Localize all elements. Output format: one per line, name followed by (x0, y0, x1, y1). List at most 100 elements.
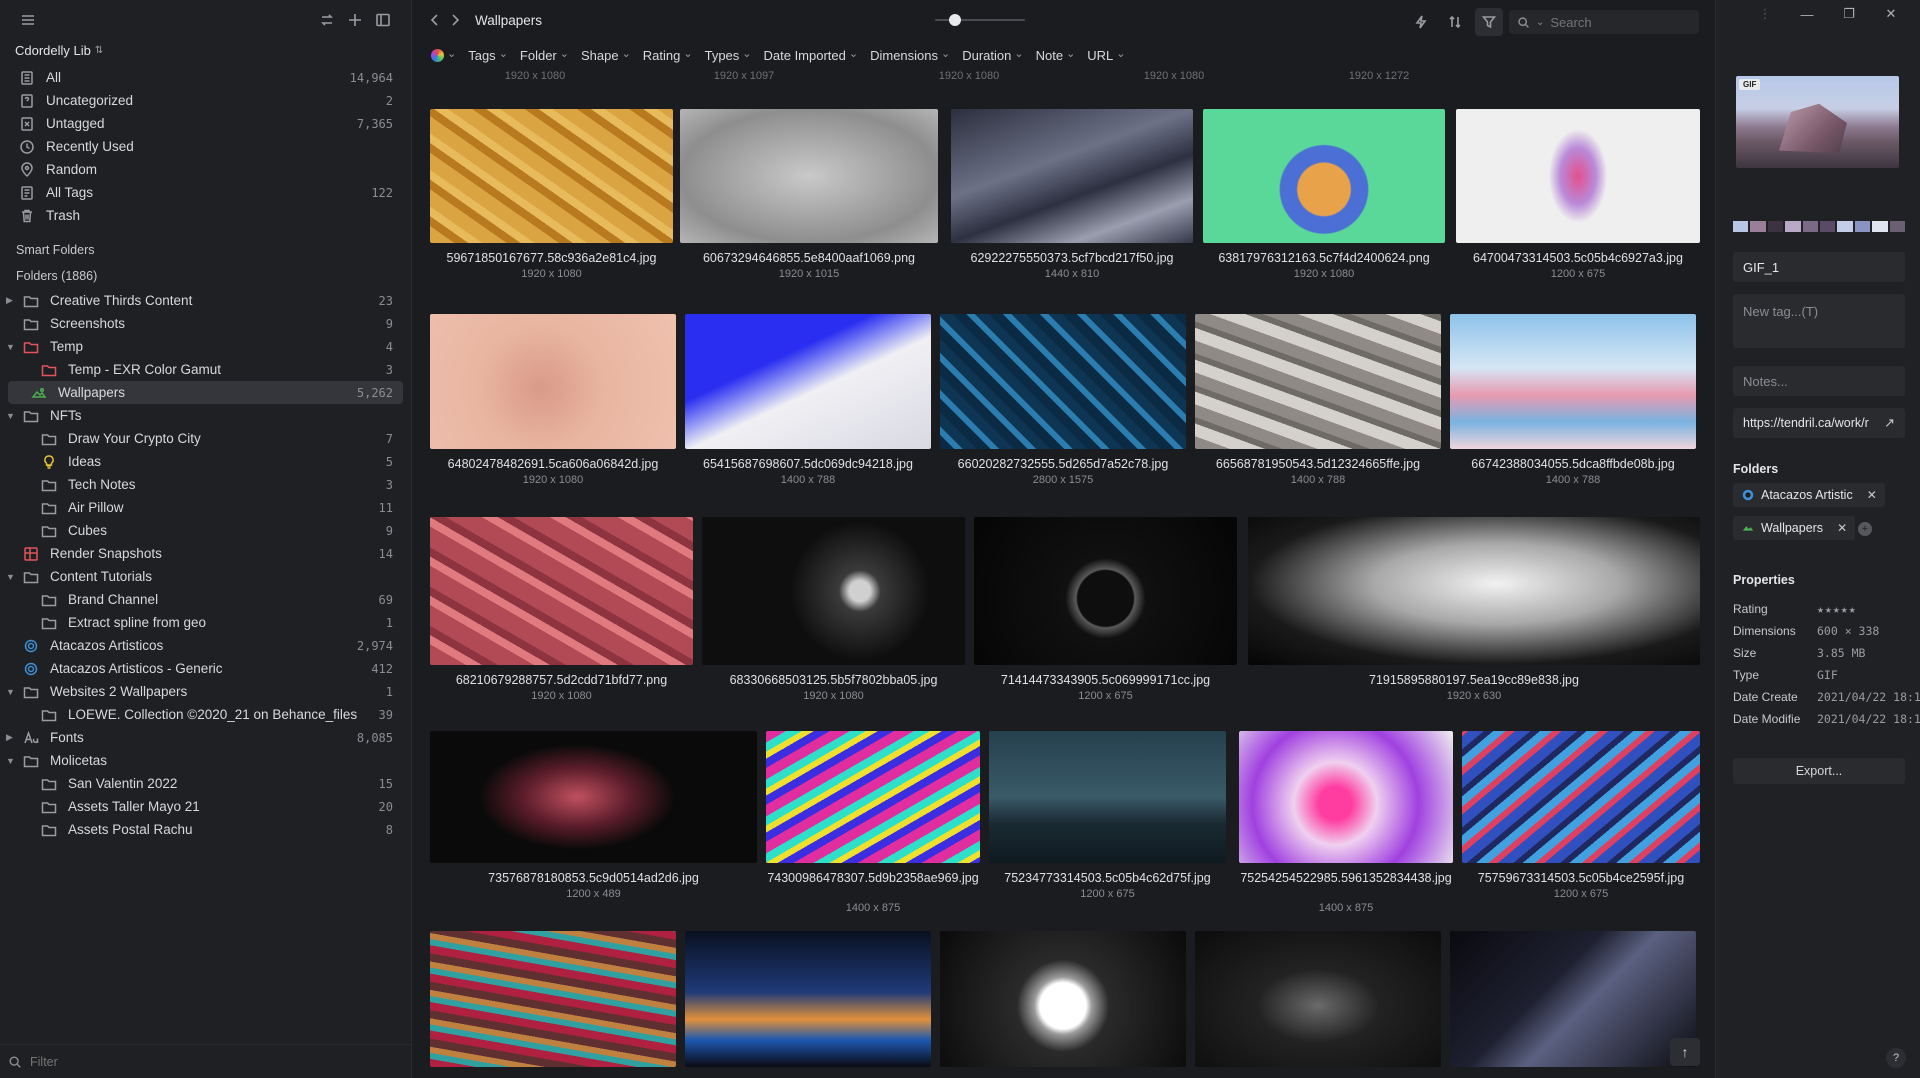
thumbnail-image[interactable] (685, 931, 931, 1067)
thumbnail-item[interactable]: 60673294646855.5e8400aaf1069.png 1920 x 1… (680, 109, 938, 287)
folder-item[interactable]: ▼ Content Tutorials (0, 565, 411, 588)
filter-icon[interactable] (1475, 8, 1503, 36)
url-text[interactable]: https://tendril.ca/work/r (1743, 416, 1878, 430)
thumbnail-image[interactable] (430, 109, 673, 243)
thumbnail-item[interactable] (685, 931, 931, 1078)
sort-icon[interactable] (1441, 8, 1469, 36)
folder-item[interactable]: Render Snapshots 14 (0, 542, 411, 565)
tags-field[interactable] (1733, 294, 1905, 348)
caret-right-icon[interactable]: ▶ (6, 295, 16, 306)
caret-down-icon[interactable]: ▼ (6, 342, 16, 352)
filter-rating[interactable]: Rating (643, 48, 693, 63)
palette-swatch[interactable] (1767, 221, 1784, 232)
thumbnail-item[interactable]: 65415687698607.5dc069dc94218.jpg 1400 x 7… (685, 314, 931, 493)
thumbnail-image[interactable] (989, 731, 1226, 863)
thumbnail-image[interactable] (1203, 109, 1445, 243)
thumbnail-item[interactable] (1195, 931, 1441, 1078)
thumbnail-item[interactable]: 74300986478307.5d9b2358ae969.jpg 1400 x 8… (766, 731, 980, 914)
tags-input[interactable] (1743, 304, 1895, 319)
thumbnail-item[interactable]: 66568781950543.5d12324665ffe.jpg 1400 x 7… (1195, 314, 1441, 493)
thumbnail-image[interactable] (1239, 731, 1453, 863)
palette-swatch[interactable] (1854, 221, 1871, 232)
folder-item[interactable]: Atacazos Artisticos 2,974 (0, 634, 411, 657)
name-input[interactable] (1743, 259, 1895, 275)
color-filter[interactable] (431, 48, 456, 62)
palette-swatch[interactable] (1785, 221, 1801, 232)
search-field[interactable]: ⌄ (1509, 10, 1699, 34)
thumbnail-image[interactable] (1456, 109, 1700, 243)
name-field[interactable] (1733, 252, 1905, 282)
notes-field[interactable] (1733, 366, 1905, 396)
filter-shape[interactable]: Shape (581, 48, 631, 63)
thumbnail-item[interactable]: 62922275550373.5cf7bcd217f50.jpg 1440 x 8… (951, 109, 1193, 287)
preview-image[interactable]: GIF (1736, 76, 1899, 168)
folder-item[interactable]: Cubes 9 (0, 519, 411, 542)
thumbnail-item[interactable]: 71414473343905.5c069999171cc.jpg 1200 x 6… (974, 517, 1237, 709)
thumbnail-item[interactable]: 66020282732555.5d265d7a52c78.jpg 2800 x 1… (940, 314, 1186, 493)
scroll-top-button[interactable]: ↑ (1670, 1038, 1700, 1066)
thumbnail-item[interactable]: 66742388034055.5dca8ffbde08b.jpg 1400 x 7… (1450, 314, 1696, 493)
thumbnail-item[interactable]: 73576878180853.5c9d0514ad2d6.jpg 1200 x 4… (430, 731, 757, 907)
filter-duration[interactable]: Duration (962, 48, 1023, 63)
thumbnail-image[interactable] (1462, 731, 1700, 863)
folder-item[interactable]: Ideas 5 (0, 450, 411, 473)
lightning-icon[interactable] (1407, 8, 1435, 36)
smart-folders-header[interactable]: Smart Folders (0, 237, 411, 263)
filter-folder[interactable]: Folder (520, 48, 569, 63)
thumbnail-image[interactable] (1195, 314, 1441, 449)
thumbnail-image[interactable] (974, 517, 1237, 665)
filter-date-imported[interactable]: Date Imported (764, 48, 859, 63)
folder-item[interactable]: Assets Postal Rachu 8 (0, 818, 411, 841)
palette-swatch[interactable] (1820, 221, 1836, 232)
thumbnail-item[interactable]: 75254254522985.5961352834438.jpg 1400 x 8… (1239, 731, 1453, 914)
export-button[interactable]: Export... (1733, 758, 1905, 784)
folder-chip-atacazos[interactable]: Atacazos Artistic ✕ (1733, 483, 1885, 507)
thumbnail-item[interactable]: 68210679288757.5d2cdd71bfd77.png 1920 x 1… (430, 517, 693, 709)
folder-item[interactable]: ▼ Molicetas (0, 749, 411, 772)
filter-note[interactable]: Note (1036, 48, 1076, 63)
folder-item[interactable]: Assets Taller Mayo 21 20 (0, 795, 411, 818)
thumbnail-image[interactable] (1450, 314, 1696, 449)
thumbnail-item[interactable] (940, 931, 1186, 1078)
folder-item[interactable]: ▼ NFTs (0, 404, 411, 427)
thumbnail-image[interactable] (680, 109, 938, 243)
thumbnail-image[interactable] (940, 931, 1186, 1067)
rating-stars[interactable]: ★★★★★ (1817, 602, 1857, 616)
thumbnail-item[interactable] (430, 931, 676, 1078)
panel-toggle-icon[interactable] (369, 6, 397, 34)
caret-down-icon[interactable]: ▼ (6, 756, 16, 766)
thumbnail-image[interactable] (430, 517, 693, 665)
folder-item[interactable]: Atacazos Artisticos - Generic 412 (0, 657, 411, 680)
folder-item[interactable]: ▶ Creative Thirds Content 23 (0, 289, 411, 312)
thumbnail-item[interactable]: 71915895880197.5ea19cc89e838.jpg 1920 x 6… (1248, 517, 1700, 709)
folder-item[interactable]: Draw Your Crypto City 7 (0, 427, 411, 450)
maximize-button[interactable]: ❐ (1828, 6, 1870, 22)
minimize-button[interactable]: — (1786, 7, 1828, 22)
folder-item[interactable]: ▶ Fonts 8,085 (0, 726, 411, 749)
sidebar-item-recently-used[interactable]: Recently Used (0, 135, 411, 158)
sidebar-item-random[interactable]: Random (0, 158, 411, 181)
thumbnail-item[interactable]: 59671850167677.58c936a2e81c4.jpg 1920 x 1… (430, 109, 673, 287)
thumbnail-item[interactable]: 63817976312163.5c7f4d2400624.png 1920 x 1… (1203, 109, 1445, 287)
palette-swatch[interactable] (1872, 221, 1888, 232)
thumbnail-image[interactable] (951, 109, 1193, 243)
folder-item[interactable]: San Valentin 2022 15 (0, 772, 411, 795)
filter-url[interactable]: URL (1087, 48, 1125, 63)
folder-chip-wallpapers[interactable]: Wallpapers ✕ (1733, 516, 1856, 540)
folders-header[interactable]: Folders (1886) (0, 263, 411, 289)
thumbnail-image[interactable] (702, 517, 965, 665)
sync-icon[interactable] (313, 6, 341, 34)
back-icon[interactable] (425, 6, 445, 34)
filter-dimensions[interactable]: Dimensions (870, 48, 950, 63)
add-folder-icon[interactable]: + (1858, 522, 1872, 536)
thumbnail-image[interactable] (1195, 931, 1441, 1067)
folder-item[interactable]: ▼ Temp 4 (0, 335, 411, 358)
sidebar-filter[interactable] (0, 1044, 411, 1078)
pin-icon[interactable]: ⋮ (1744, 6, 1786, 22)
thumbnail-item[interactable]: 64802478482691.5ca606a06842d.jpg 1920 x 1… (430, 314, 676, 493)
close-button[interactable]: ✕ (1870, 6, 1912, 22)
slider-knob[interactable] (949, 14, 961, 26)
chevron-down-icon[interactable]: ⌄ (1536, 17, 1544, 28)
sidebar-item-untagged[interactable]: Untagged 7,365 (0, 112, 411, 135)
thumbnail-item[interactable]: 75759673314503.5c05b4ce2595f.jpg 1200 x 6… (1462, 731, 1700, 907)
